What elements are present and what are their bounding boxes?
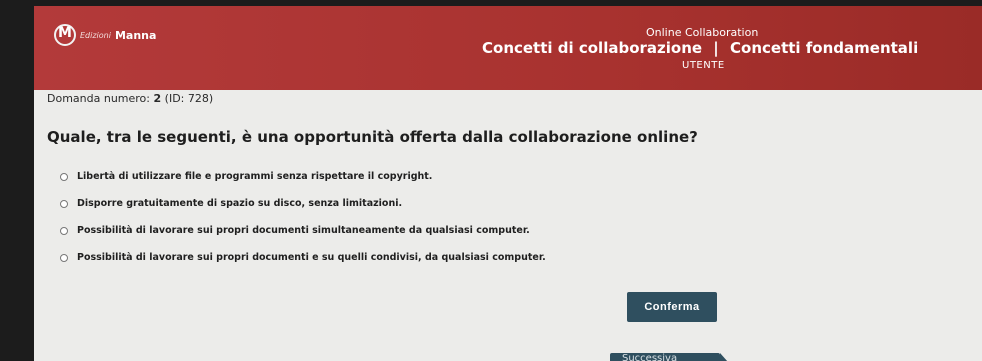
quiz-screen: Edizioni Manna Online Collaboration Conc… [34, 6, 982, 361]
question-number-value: 2 [153, 92, 162, 105]
option-label: Libertà di utilizzare file e programmi s… [77, 171, 433, 182]
logo-icon [54, 24, 76, 46]
logo-name: Manna [114, 28, 157, 42]
answer-options: Libertà di utilizzare file e programmi s… [60, 163, 546, 271]
role-label: UTENTE [682, 60, 725, 71]
question-id: (ID: 728) [164, 92, 214, 105]
question-number-label: Domanda numero: [47, 92, 150, 105]
answer-option-4[interactable]: Possibilità di lavorare sui propri docum… [60, 244, 546, 271]
option-label: Disporre gratuitamente di spazio su disc… [77, 198, 403, 209]
option-label: Possibilità di lavorare sui propri docum… [77, 252, 546, 263]
title-text: Concetti di collaborazione [482, 39, 703, 57]
course-label: Online Collaboration [646, 26, 759, 39]
answer-option-2[interactable]: Disporre gratuitamente di spazio su disc… [60, 190, 546, 217]
radio-button[interactable] [60, 253, 68, 262]
radio-button[interactable] [60, 226, 68, 235]
answer-option-3[interactable]: Possibilità di lavorare sui propri docum… [60, 217, 546, 244]
logo-small-text: Edizioni [80, 30, 111, 40]
logo: Edizioni Manna [54, 24, 156, 46]
page-title: Concetti di collaborazione | Concetti fo… [482, 39, 918, 57]
answer-option-1[interactable]: Libertà di utilizzare file e programmi s… [60, 163, 546, 190]
radio-button[interactable] [60, 172, 68, 181]
option-label: Possibilità di lavorare sui propri docum… [77, 225, 530, 236]
subtitle-text: Concetti fondamentali [730, 39, 919, 57]
question-text: Quale, tra le seguenti, è una opportunit… [47, 128, 698, 146]
question-number: Domanda numero: 2 (ID: 728) [47, 92, 213, 105]
title-separator: | [713, 39, 719, 57]
confirm-button[interactable]: Conferma [627, 292, 717, 322]
next-button[interactable]: Successiva [610, 353, 728, 361]
header-bar: Edizioni Manna Online Collaboration Conc… [34, 6, 982, 90]
radio-button[interactable] [60, 199, 68, 208]
